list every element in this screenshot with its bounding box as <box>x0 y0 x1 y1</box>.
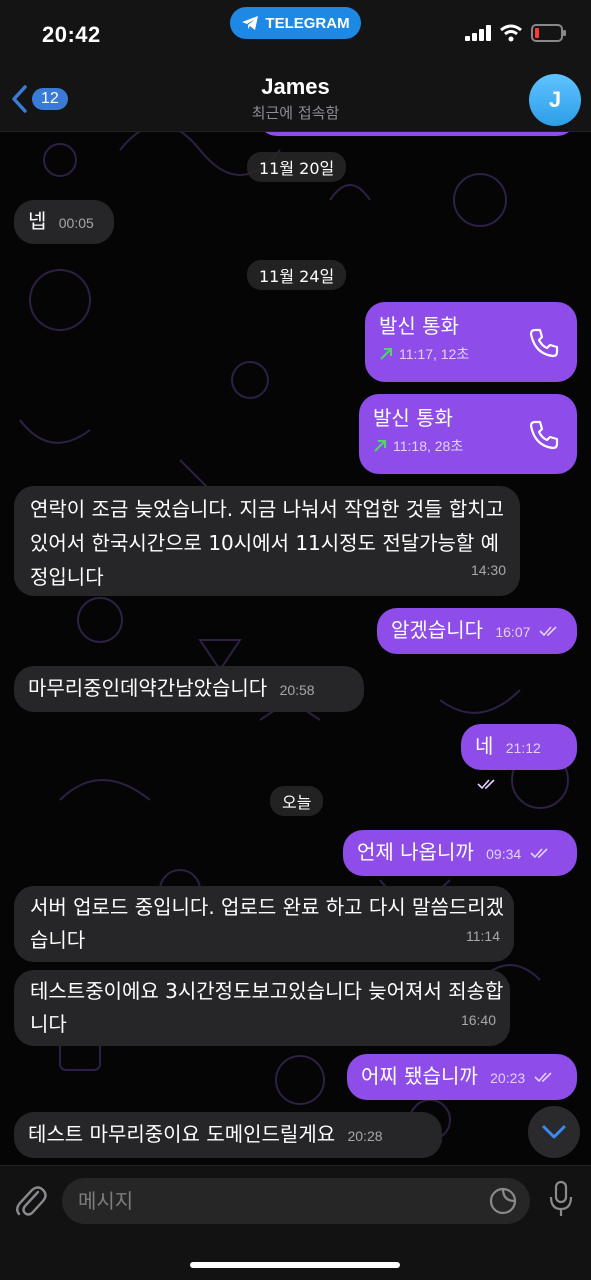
call-bubble[interactable]: 발신 통화 11:18, 28초 <box>359 394 577 474</box>
message-text: 언제 나옵니까 <box>357 840 474 864</box>
message-bubble[interactable]: 테스트 마무리중이요 도메인드릴게요 20:28 <box>14 1112 442 1158</box>
read-checks-icon <box>529 848 548 859</box>
date-separator: 11월 24일 <box>247 260 347 290</box>
call-time: 11:18, 28초 <box>393 438 464 454</box>
chevron-down-icon <box>542 1125 566 1139</box>
message-time: 20:23 <box>490 1070 526 1086</box>
message-time: 16:40 <box>460 1012 496 1028</box>
message-input-field[interactable] <box>62 1178 530 1224</box>
scroll-to-bottom-button[interactable] <box>528 1106 580 1158</box>
message-bubble[interactable]: 서버 업로드 중입니다. 업로드 완료 하고 다시 말씀드리겠습니다 11:14 <box>14 886 514 962</box>
read-checks-icon <box>533 1072 552 1083</box>
message-bubble[interactable]: 연락이 조금 늦었습니다. 지금 나눠서 작업한 것들 합치고 있어서 한국시간… <box>14 486 520 596</box>
home-indicator[interactable] <box>190 1262 400 1268</box>
read-checks-icon <box>539 626 557 637</box>
outgoing-call-arrow-icon <box>380 348 392 360</box>
message-text: 테스트중이에요 3시간정도보고있습니다 늦어져서 죄송합니다 <box>30 979 504 1036</box>
message-list: 11월 20일 넵 00:05 11월 24일 발신 통화 11:17, 12초… <box>0 0 591 1280</box>
message-bubble[interactable]: 네 21:12 <box>461 724 577 790</box>
message-text: 네 <box>475 734 494 758</box>
message-bubble[interactable]: 넵 00:05 <box>14 200 114 244</box>
message-text: 어찌 됐습니까 <box>361 1064 478 1088</box>
message-time: 09:34 <box>486 846 522 862</box>
message-time: 20:58 <box>279 682 315 698</box>
read-checks-icon <box>477 779 495 790</box>
message-text: 서버 업로드 중입니다. 업로드 완료 하고 다시 말씀드리겠습니다 <box>30 895 505 952</box>
sticker-icon[interactable] <box>488 1186 518 1216</box>
signal-icon <box>465 25 491 41</box>
message-time: 20:28 <box>347 1128 383 1144</box>
telegram-app-pill[interactable]: TELEGRAM <box>230 7 361 39</box>
message-bubble[interactable]: 테스트중이에요 3시간정도보고있습니다 늦어져서 죄송합니다 16:40 <box>14 970 510 1046</box>
message-text: 넵 <box>28 209 47 233</box>
chat-title[interactable]: James <box>0 74 591 100</box>
message-bubble[interactable]: 알겠습니다 16:07 <box>377 608 577 654</box>
chat-header: 12 James 최근에 접속함 J <box>0 62 591 132</box>
phone-icon[interactable] <box>527 326 561 360</box>
chat-last-seen: 최근에 접속함 <box>251 104 340 122</box>
message-text: 연락이 조금 늦었습니다. 지금 나눠서 작업한 것들 합치고 있어서 한국시간… <box>30 497 505 589</box>
message-time: 21:12 <box>505 740 541 756</box>
message-bubble[interactable]: 어찌 됐습니까 20:23 <box>347 1054 577 1100</box>
date-separator: 오늘 <box>270 786 324 816</box>
status-time: 20:42 <box>42 22 101 47</box>
telegram-plane-icon <box>242 16 259 30</box>
message-text: 테스트 마무리중이요 도메인드릴게요 <box>28 1122 336 1146</box>
status-icons <box>465 24 567 42</box>
call-time: 11:17, 12초 <box>399 346 470 362</box>
message-bubble[interactable]: 언제 나옵니까 09:34 <box>343 830 577 876</box>
message-input[interactable] <box>78 1178 478 1224</box>
message-text: 마무리중인데약간남았습니다 <box>28 676 268 700</box>
attach-paperclip-icon[interactable] <box>14 1182 48 1220</box>
phone-icon[interactable] <box>527 418 561 452</box>
app-pill-label: TELEGRAM <box>265 14 350 32</box>
message-time: 11:14 <box>466 928 500 944</box>
message-time: 16:07 <box>495 624 531 640</box>
status-bar: 20:42 TELEGRAM <box>0 0 591 62</box>
message-time: 00:05 <box>58 215 94 231</box>
wifi-icon <box>500 24 522 42</box>
message-text: 알겠습니다 <box>391 618 483 642</box>
microphone-icon[interactable] <box>548 1180 574 1220</box>
call-bubble[interactable]: 발신 통화 11:17, 12초 <box>365 302 577 382</box>
message-bubble[interactable]: 마무리중인데약간남았습니다 20:58 <box>14 666 364 712</box>
date-separator: 11월 20일 <box>247 152 347 182</box>
battery-icon <box>531 24 566 42</box>
outgoing-call-arrow-icon <box>374 440 386 452</box>
message-time: 14:30 <box>470 562 506 578</box>
avatar[interactable]: J <box>529 74 581 126</box>
